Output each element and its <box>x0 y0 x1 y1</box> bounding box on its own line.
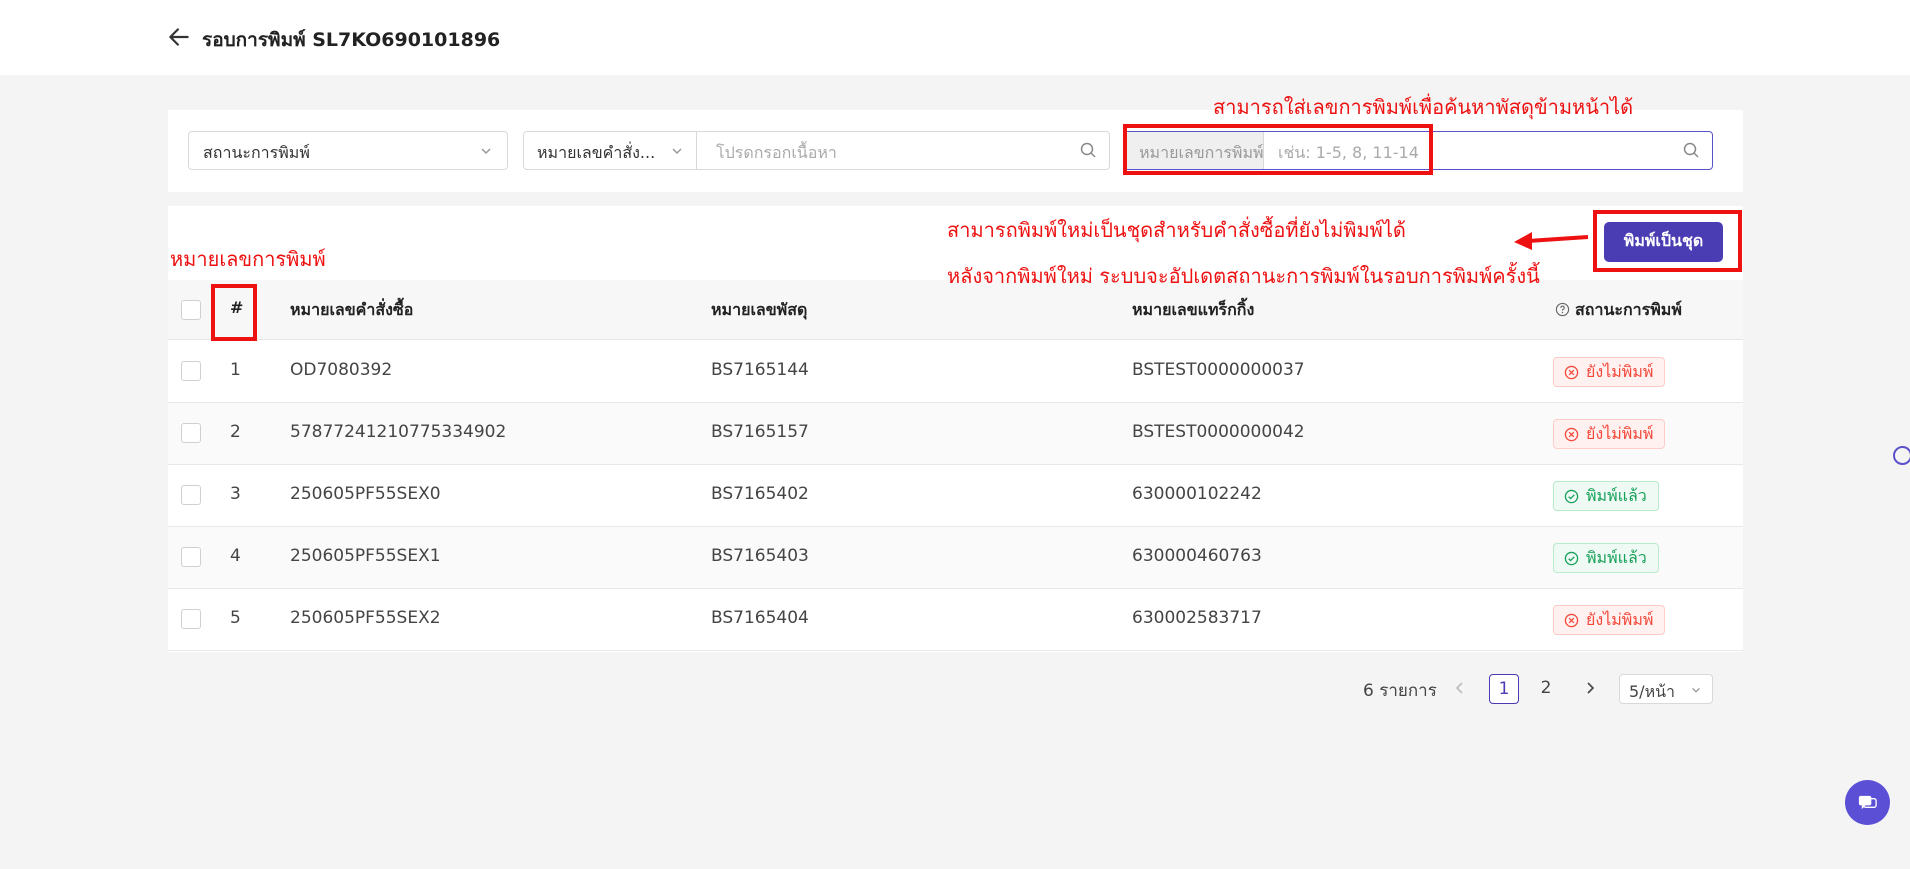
row-number: 2 <box>230 422 241 442</box>
pagination-total: 6 รายการ <box>1363 681 1437 701</box>
status-badge: ยังไม่พิมพ์ <box>1553 357 1666 387</box>
chat-icon <box>1858 795 1877 810</box>
check-circle-icon <box>1564 551 1579 566</box>
annotation-box-number-column <box>211 284 257 341</box>
table-row[interactable]: 1 OD7080392 BS7165144 BSTEST0000000037 ย… <box>168 341 1743 403</box>
annotation-box-print-search <box>1123 124 1433 175</box>
status-badge-text: พิมพ์แล้ว <box>1586 486 1647 505</box>
annotation-box-batch-print <box>1593 210 1742 272</box>
page-2-button[interactable]: 2 <box>1531 674 1561 704</box>
search-icon[interactable] <box>1682 141 1700 159</box>
status-badge: พิมพ์แล้ว <box>1553 481 1659 511</box>
col-print-status: สถานะการพิมพ์ <box>1575 300 1682 319</box>
col-order-number[interactable]: หมายเลขคำสั่งซื้อ <box>290 298 413 323</box>
parcel-number: BS7165144 <box>711 360 809 380</box>
row-checkbox[interactable] <box>181 423 201 443</box>
select-all-checkbox[interactable] <box>181 300 201 320</box>
parcel-number: BS7165157 <box>711 422 809 442</box>
chevron-right-icon[interactable] <box>1580 678 1600 698</box>
question-circle-icon[interactable] <box>1555 302 1570 317</box>
status-badge: พิมพ์แล้ว <box>1553 543 1659 573</box>
search-icon[interactable] <box>1079 141 1097 159</box>
chevron-left-icon[interactable] <box>1450 678 1470 698</box>
chat-button[interactable] <box>1845 780 1890 825</box>
tracking-number: BSTEST0000000042 <box>1132 422 1305 442</box>
annotation-reprint-line2: หลังจากพิมพ์ใหม่ ระบบจะอัปเดตสถานะการพิม… <box>947 264 1540 288</box>
parcel-number: BS7165403 <box>711 546 809 566</box>
status-badge-text: ยังไม่พิมพ์ <box>1586 610 1654 629</box>
chevron-down-icon <box>672 148 682 155</box>
status-badge-text: ยังไม่พิมพ์ <box>1586 362 1654 381</box>
order-number: OD7080392 <box>290 360 393 380</box>
tracking-number: 630000102242 <box>1132 484 1262 504</box>
search-type-select-value: หมายเลขคำสั่ง... <box>537 143 656 162</box>
annotation-arrow-icon <box>1514 232 1589 250</box>
arrow-left-icon[interactable] <box>166 24 192 50</box>
row-number: 5 <box>230 608 241 628</box>
page-1-button[interactable]: 1 <box>1489 674 1519 704</box>
order-number: 250605PF55SEX1 <box>290 546 441 566</box>
check-circle-icon <box>1564 489 1579 504</box>
status-badge: ยังไม่พิมพ์ <box>1553 419 1666 449</box>
parcel-number: BS7165404 <box>711 608 809 628</box>
chevron-down-icon <box>1692 687 1700 693</box>
annotation-reprint-line1: สามารถพิมพ์ใหม่เป็นชุดสำหรับคำสั่งซื้อที… <box>947 218 1406 242</box>
row-checkbox[interactable] <box>181 547 201 567</box>
page-title: รอบการพิมพ์ SL7KO690101896 <box>202 29 501 51</box>
order-number: 57877241210775334902 <box>290 422 507 442</box>
order-number: 250605PF55SEX0 <box>290 484 441 504</box>
parcel-number: BS7165402 <box>711 484 809 504</box>
print-status-select-value: สถานะการพิมพ์ <box>203 143 310 162</box>
status-badge-text: ยังไม่พิมพ์ <box>1586 424 1654 443</box>
print-status-select[interactable]: สถานะการพิมพ์ <box>188 131 508 170</box>
chevron-down-icon <box>481 148 491 155</box>
annotation-search-note: สามารถใส่เลขการพิมพ์เพื่อค้นหาพัสดุข้ามห… <box>1213 95 1634 119</box>
row-checkbox[interactable] <box>181 485 201 505</box>
row-checkbox[interactable] <box>181 609 201 629</box>
row-number: 3 <box>230 484 241 504</box>
annotation-print-number-note: หมายเลขการพิมพ์ <box>170 247 326 271</box>
close-circle-icon <box>1564 427 1579 442</box>
tracking-number: BSTEST0000000037 <box>1132 360 1305 380</box>
status-badge: ยังไม่พิมพ์ <box>1553 605 1666 635</box>
order-number: 250605PF55SEX2 <box>290 608 441 628</box>
order-search-input[interactable]: โปรดกรอกเนื้อหา <box>716 141 837 166</box>
page-size-value: 5/หน้า <box>1629 682 1676 701</box>
table-row[interactable]: 3 250605PF55SEX0 BS7165402 630000102242 … <box>168 465 1743 527</box>
status-badge-text: พิมพ์แล้ว <box>1586 548 1647 567</box>
col-parcel-number[interactable]: หมายเลขพัสดุ <box>711 298 807 323</box>
order-search-group: หมายเลขคำสั่ง... โปรดกรอกเนื้อหา <box>523 131 1110 170</box>
search-type-select[interactable]: หมายเลขคำสั่ง... <box>524 132 697 169</box>
close-circle-icon <box>1564 613 1579 628</box>
row-number: 1 <box>230 360 241 380</box>
side-handle[interactable] <box>1893 446 1910 465</box>
tracking-number: 630002583717 <box>1132 608 1262 628</box>
page-size-select[interactable]: 5/หน้า <box>1619 674 1713 704</box>
table-row[interactable]: 4 250605PF55SEX1 BS7165403 630000460763 … <box>168 527 1743 589</box>
table-row[interactable]: 5 250605PF55SEX2 BS7165404 630002583717 … <box>168 589 1743 651</box>
row-number: 4 <box>230 546 241 566</box>
tracking-number: 630000460763 <box>1132 546 1262 566</box>
row-checkbox[interactable] <box>181 361 201 381</box>
col-tracking-number[interactable]: หมายเลขแทร็กกิ้ง <box>1132 298 1254 323</box>
close-circle-icon <box>1564 365 1579 380</box>
table-row[interactable]: 2 57877241210775334902 BS7165157 BSTEST0… <box>168 403 1743 465</box>
